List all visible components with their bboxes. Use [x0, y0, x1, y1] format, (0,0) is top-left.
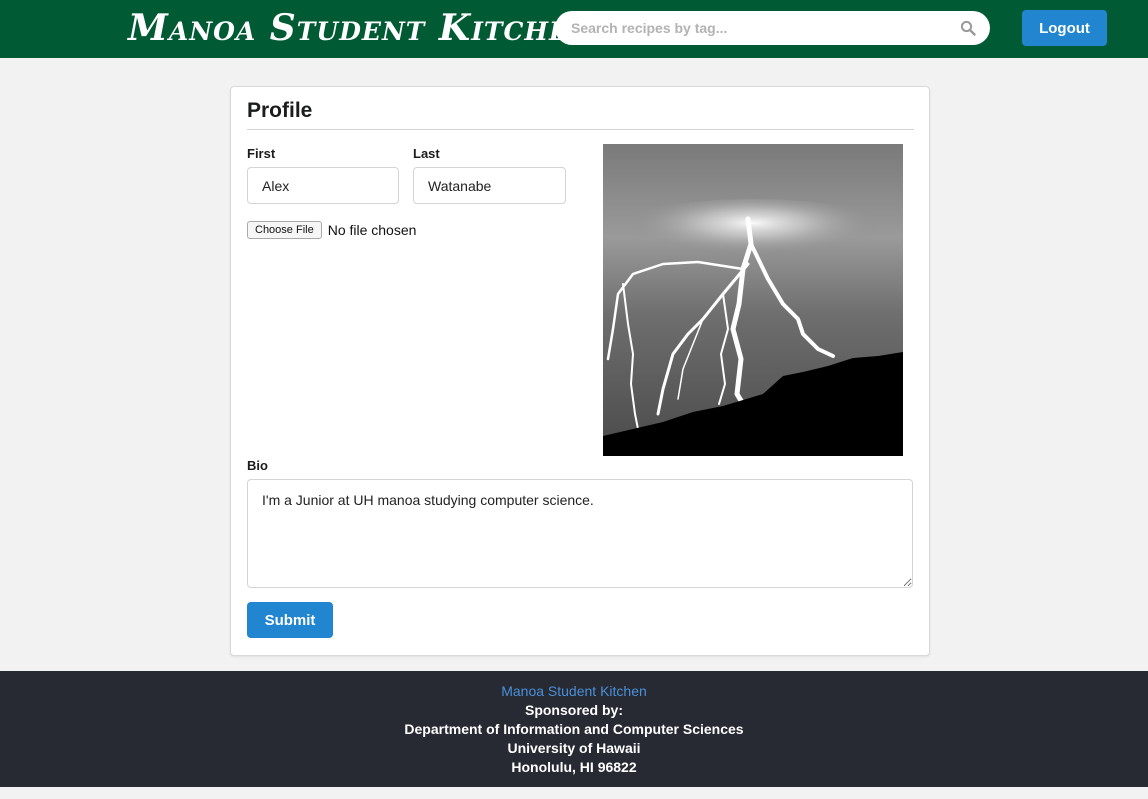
first-name-input[interactable]: [247, 167, 399, 204]
profile-card: Profile First Last Choose File No file c…: [230, 86, 930, 656]
top-navbar: Manoa Student Kitchen Logout: [0, 0, 1148, 58]
title-divider: [247, 129, 914, 130]
profile-title: Profile: [247, 99, 313, 122]
search-input[interactable]: [569, 13, 960, 43]
last-name-label: Last: [413, 146, 440, 161]
bio-label: Bio: [247, 458, 268, 473]
bio-textarea[interactable]: I'm a Junior at UH manoa studying comput…: [247, 479, 913, 588]
site-footer: Manoa Student Kitchen Sponsored by: Depa…: [0, 671, 1148, 787]
site-brand[interactable]: Manoa Student Kitchen: [128, 0, 593, 58]
profile-image: [603, 144, 903, 456]
search-icon[interactable]: [960, 20, 976, 36]
first-name-label: First: [247, 146, 276, 161]
file-status-text: No file chosen: [327, 222, 417, 238]
footer-sponsored: Sponsored by:: [524, 702, 623, 718]
footer-site-link[interactable]: Manoa Student Kitchen: [0, 682, 1148, 701]
lightning-photo: [603, 144, 903, 456]
last-name-input[interactable]: [413, 167, 566, 204]
logout-button[interactable]: Logout: [1022, 10, 1107, 46]
footer-university: University of Hawaii: [507, 740, 641, 756]
footer-address: Honolulu, HI 96822: [511, 759, 637, 775]
submit-button[interactable]: Submit: [247, 602, 333, 638]
footer-department: Department of Information and Computer S…: [404, 721, 744, 737]
file-upload[interactable]: Choose File No file chosen: [247, 221, 416, 239]
choose-file-button[interactable]: Choose File: [247, 221, 322, 239]
search-bar[interactable]: [555, 11, 990, 45]
